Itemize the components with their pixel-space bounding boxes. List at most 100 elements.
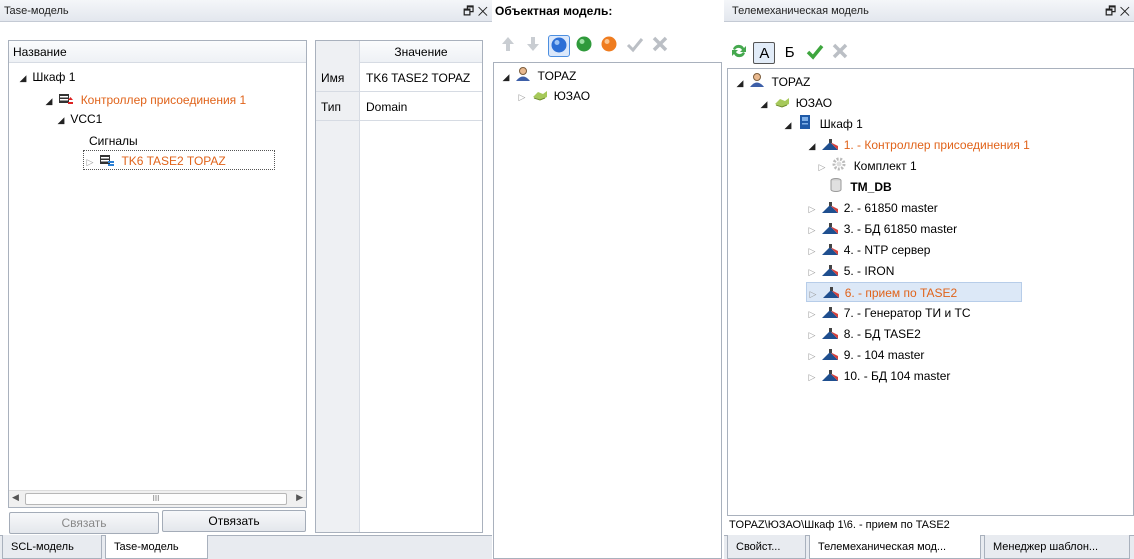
tree-node-device-3[interactable]: ▷ 3. - БД 61850 master	[806, 219, 958, 240]
tab-label: SCL-модель	[11, 541, 74, 553]
tree-node-tk6[interactable]: ▷ TK6 TASE2 TOPAZ	[83, 150, 275, 170]
tree-node-controller[interactable]: ◢ Контроллер присоединения 1	[43, 90, 247, 111]
tree-node-label: 4. - NTP сервер	[843, 243, 931, 257]
tree-node-label: 9. - 104 master	[843, 348, 925, 362]
value-header-label: Значение	[394, 45, 448, 59]
property-row-name[interactable]: Имя TK6 TASE2 TOPAZ	[316, 64, 482, 92]
tree-node-yuzao[interactable]: ◢ ЮЗАО	[758, 93, 833, 114]
device-icon	[821, 263, 839, 277]
tree-node-label: Контроллер присоединения 1	[80, 93, 247, 107]
left-panel-titlebar: Tase-модель 🗗 ✕	[0, 0, 492, 22]
property-header: Значение	[360, 41, 482, 63]
tree-node-label: 7. - Генератор ТИ и ТС	[843, 306, 971, 320]
left-panel-window-buttons[interactable]: 🗗 ✕	[463, 0, 488, 22]
device-icon	[821, 242, 839, 256]
cancel-icon[interactable]	[829, 42, 851, 64]
scroll-thumb[interactable]: III	[25, 493, 287, 505]
expand-icon[interactable]: ◢	[55, 110, 67, 130]
expand-icon[interactable]: ◢	[758, 94, 770, 114]
cabinet-icon	[797, 114, 813, 129]
tree-node-kit[interactable]: ▷ Комплект 1	[816, 156, 917, 176]
property-key: Тип	[321, 100, 342, 114]
user-icon	[515, 66, 531, 81]
property-row-type[interactable]: Тип Domain	[316, 93, 482, 121]
property-value[interactable]: Domain	[366, 93, 407, 121]
apply-icon[interactable]	[804, 42, 826, 64]
database-icon	[828, 177, 844, 192]
collapse-icon[interactable]: ▷	[806, 262, 818, 282]
unlink-button-label: Отвязать	[208, 514, 260, 528]
tree-node-device-2[interactable]: ▷ 2. - 61850 master	[806, 198, 938, 218]
collapse-icon[interactable]: ▷	[806, 367, 818, 387]
sort-a-button[interactable]: А	[753, 42, 776, 64]
tab-tase-model[interactable]: Tase-модель	[105, 535, 208, 559]
collapse-icon[interactable]: ▷	[816, 157, 828, 177]
tree-node-label: VCC1	[70, 112, 103, 126]
tree-node-label: ЮЗАО	[795, 96, 833, 110]
collapse-icon[interactable]: ▷	[84, 152, 96, 172]
tree-node-label: 8. - БД TASE2	[843, 327, 921, 341]
tree-node-vcc[interactable]: ◢ VCC1	[55, 109, 103, 130]
orange-circle-icon[interactable]	[598, 35, 620, 57]
green-circle-icon[interactable]	[573, 35, 595, 57]
scroll-left-icon[interactable]: ◀	[12, 492, 19, 503]
link-button-label: Связать	[61, 516, 107, 530]
tree-node-controller[interactable]: ◢ 1. - Контроллер присоединения 1	[806, 135, 1030, 155]
tree-node-yuzao[interactable]: ▷ ЮЗАО	[516, 86, 591, 107]
right-panel-window-buttons[interactable]: 🗗 ✕	[1105, 0, 1130, 22]
move-down-icon[interactable]	[522, 35, 544, 57]
tree-node-device-8[interactable]: ▷ 8. - БД TASE2	[806, 324, 921, 344]
tree-node-device-5[interactable]: ▷ 5. - IRON	[806, 261, 895, 282]
tree-node-label: 10. - БД 104 master	[843, 369, 951, 383]
expand-icon[interactable]: ◢	[43, 91, 55, 111]
tree-node-device-4[interactable]: ▷ 4. - NTP сервер	[806, 240, 931, 261]
tree-node-cabinet[interactable]: ◢ Шкаф 1	[17, 67, 76, 88]
tree-node-device-7[interactable]: ▷ 7. - Генератор ТИ и ТС	[806, 303, 971, 324]
tab-properties[interactable]: Свойст...	[727, 535, 806, 559]
collapse-icon[interactable]: ▷	[806, 304, 818, 324]
scroll-right-icon[interactable]: ▶	[296, 492, 303, 503]
expand-icon[interactable]: ◢	[734, 73, 746, 93]
tree-node-signals[interactable]: Сигналы	[89, 131, 138, 151]
collapse-icon[interactable]: ▷	[806, 220, 818, 240]
device-icon	[821, 347, 839, 361]
property-value[interactable]: TK6 TASE2 TOPAZ	[366, 64, 470, 92]
tree-node-cabinet[interactable]: ◢ Шкаф 1	[782, 114, 863, 134]
unlink-button[interactable]: Отвязать	[162, 510, 306, 532]
tab-scl-model[interactable]: SCL-модель	[2, 535, 102, 559]
collapse-icon[interactable]: ▷	[806, 346, 818, 366]
horizontal-scrollbar[interactable]: ◀ III ▶	[9, 490, 306, 507]
tab-label: Свойст...	[736, 541, 781, 553]
blue-circle-icon[interactable]	[547, 35, 570, 57]
link-button[interactable]: Связать	[9, 512, 159, 534]
collapse-icon[interactable]: ▷	[807, 284, 819, 304]
cancel-icon[interactable]	[649, 35, 671, 57]
expand-icon[interactable]: ◢	[806, 136, 818, 156]
collapse-icon[interactable]: ▷	[806, 199, 818, 219]
scroll-grip: III	[152, 494, 160, 503]
collapse-icon[interactable]: ▷	[806, 325, 818, 345]
region-icon	[531, 88, 548, 102]
user-icon	[749, 72, 765, 87]
expand-icon[interactable]: ◢	[17, 68, 29, 88]
tree-node-topaz[interactable]: ◢ TOPAZ	[500, 66, 576, 86]
tab-telemechanical-model[interactable]: Телемеханическая мод...	[809, 535, 981, 559]
tree-node-tmdb[interactable]: TM_DB	[828, 177, 892, 197]
move-up-icon[interactable]	[497, 35, 519, 57]
collapse-icon[interactable]: ▷	[516, 87, 528, 107]
device-icon	[821, 305, 839, 319]
tree-node-label: Шкаф 1	[32, 70, 76, 84]
apply-icon[interactable]	[624, 35, 646, 57]
tree-node-topaz[interactable]: ◢ TOPAZ	[734, 72, 810, 92]
sort-b-button[interactable]: Б	[779, 42, 801, 64]
collapse-icon[interactable]: ▷	[806, 241, 818, 261]
refresh-icon[interactable]	[728, 42, 750, 64]
expand-icon[interactable]: ◢	[500, 67, 512, 87]
tree-node-label: Сигналы	[89, 134, 138, 148]
expand-icon[interactable]: ◢	[782, 115, 794, 135]
tree-node-device-6-selected[interactable]: ▷ 6. - прием по TASE2	[806, 282, 1022, 302]
tab-template-manager[interactable]: Менеджер шаблон...	[984, 535, 1130, 559]
tree-node-device-10[interactable]: ▷ 10. - БД 104 master	[806, 366, 951, 387]
tab-label: Телемеханическая мод...	[818, 541, 947, 553]
tree-node-device-9[interactable]: ▷ 9. - 104 master	[806, 345, 925, 366]
